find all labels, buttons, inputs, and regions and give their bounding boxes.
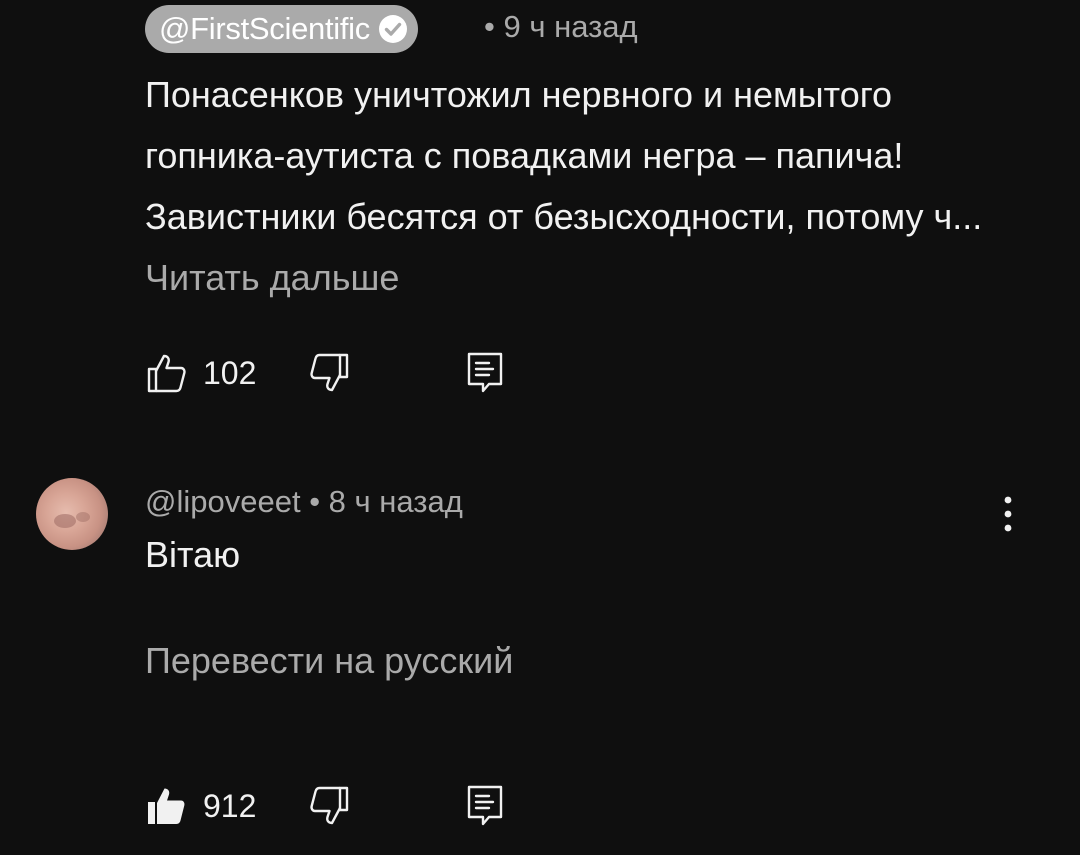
author-line: @lipoveeet • 8 ч назад [145, 484, 463, 520]
avatar-detail [76, 512, 90, 522]
comment-timestamp: • 9 ч назад [484, 9, 638, 44]
comment-actions: 912 [145, 781, 503, 831]
like-count: 912 [203, 787, 257, 824]
thumbs-down-icon[interactable] [307, 351, 351, 395]
author-name: @FirstScientific [159, 11, 370, 46]
comment-actions: 102 [145, 348, 503, 398]
comment-body: Понасенков уничтожил нервного и немытого… [145, 74, 983, 237]
like-count: 102 [203, 354, 257, 391]
reply-comment-icon[interactable] [463, 350, 507, 394]
author-badge[interactable]: @FirstScientific [145, 5, 418, 53]
avatar[interactable] [36, 478, 108, 550]
avatar-detail [54, 514, 76, 528]
thumbs-down-icon[interactable] [307, 784, 351, 828]
comment-timestamp: • 8 ч назад [309, 484, 463, 519]
comment-text: Понасенков уничтожил нервного и немытого… [145, 64, 1015, 308]
translate-link[interactable]: Перевести на русский [145, 640, 513, 682]
more-vertical-icon[interactable] [990, 492, 1026, 536]
thumbs-up-icon[interactable] [145, 351, 189, 395]
verified-check-icon [378, 14, 408, 44]
comment-body: Вітаю [145, 534, 241, 575]
reply-comment-icon[interactable] [463, 783, 507, 827]
read-more-link[interactable]: Читать дальше [145, 257, 399, 298]
thumbs-up-icon[interactable] [145, 784, 189, 828]
author-name[interactable]: @lipoveeet [145, 484, 301, 519]
